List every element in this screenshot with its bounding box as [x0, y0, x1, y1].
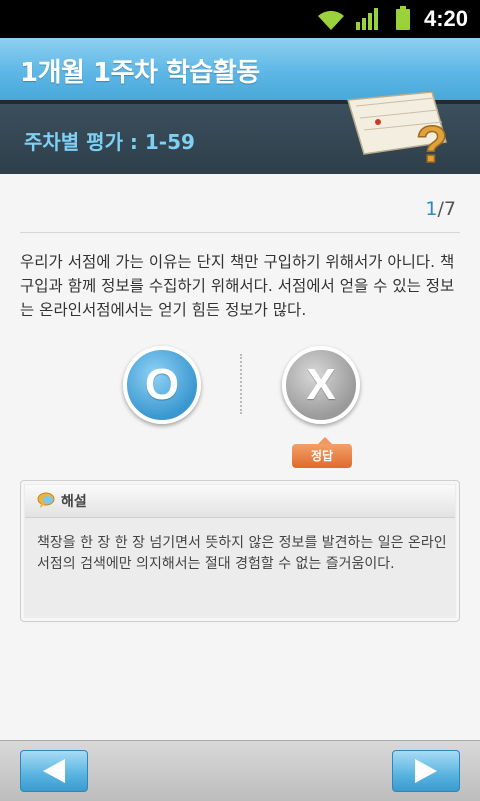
question-text: 우리가 서점에 가는 이유는 단지 책만 구입하기 위해서가 아니다. 책 구입…	[20, 253, 455, 319]
wifi-icon	[318, 10, 344, 30]
signal-icon	[356, 8, 378, 30]
notebook-question-icon: ?	[347, 92, 449, 170]
status-bar: 4:20	[0, 0, 480, 38]
speech-bubble-icon	[37, 492, 55, 508]
divider	[20, 232, 460, 233]
page-total: /7	[437, 198, 457, 220]
explanation-title: 해설	[61, 494, 87, 510]
page-title: 1개월 1주차 학습활동	[20, 58, 260, 88]
explanation-box: 해설 책장을 한 장 한 장 넘기면서 뜻하지 않은 정보를 발견하는 일은 온…	[20, 480, 460, 622]
evaluation-title: 주차별 평가 : 1-59	[24, 130, 195, 154]
arrow-left-icon	[43, 759, 65, 783]
arrow-right-icon	[415, 759, 437, 783]
page-indicator: 1/7	[425, 198, 456, 220]
answer-o-button[interactable]: O	[123, 346, 201, 424]
svg-text:?: ?	[416, 116, 448, 170]
prev-button[interactable]	[20, 750, 88, 792]
answer-x-button[interactable]: X	[282, 346, 360, 424]
divider-dotted	[240, 354, 243, 414]
bottom-nav	[0, 740, 480, 801]
next-button[interactable]	[392, 750, 460, 792]
answer-x-label: X	[306, 360, 336, 409]
answer-o-label: O	[144, 360, 180, 409]
battery-icon	[396, 6, 410, 30]
page-current: 1	[425, 198, 438, 220]
explanation-header: 해설	[25, 485, 455, 518]
explanation-text: 책장을 한 장 한 장 넘기면서 뜻하지 않은 정보를 발견하는 일은 온라인 …	[37, 535, 447, 572]
quiz-content: 1/7 우리가 서점에 가는 이유는 단지 책만 구입하기 위해서가 아니다. …	[0, 174, 480, 740]
correct-answer-badge: 정답	[292, 437, 352, 468]
clock: 4:20	[423, 6, 468, 31]
